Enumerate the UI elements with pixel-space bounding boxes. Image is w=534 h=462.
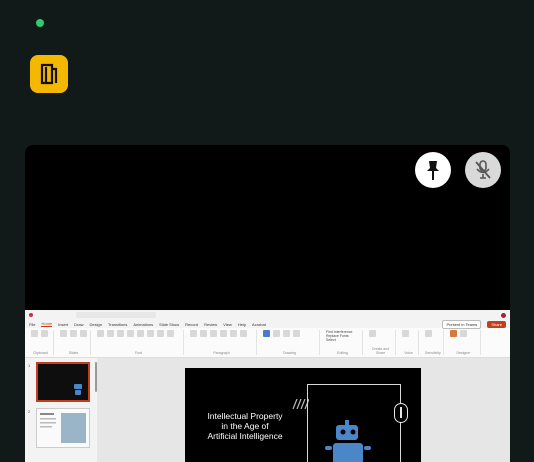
- ribbon-group-designer: Designer: [447, 330, 481, 355]
- ribbon-group-voice: Voice: [399, 330, 419, 355]
- robot-icon: [74, 384, 82, 395]
- avatar[interactable]: [501, 312, 506, 318]
- share-button[interactable]: Share: [487, 320, 506, 328]
- ribbon-group-label: Font: [134, 351, 142, 355]
- ribbon-tool-icon[interactable]: [240, 330, 247, 337]
- slide-thumbnail-1[interactable]: [36, 362, 90, 402]
- slide-number: 1: [28, 363, 31, 368]
- ribbon-tool-icon[interactable]: [402, 330, 409, 337]
- ribbon-group-label: Editing: [337, 351, 348, 355]
- pin-button[interactable]: [415, 152, 451, 188]
- mic-off-icon: [475, 160, 491, 179]
- connection-status-dot: [36, 19, 44, 27]
- ribbon-tool-icon[interactable]: [60, 330, 67, 337]
- slide-title: Intellectual Property in the Age of Arti…: [207, 411, 283, 441]
- ribbon-group-label: Paragraph: [213, 351, 230, 355]
- thumbnail-scrollbar[interactable]: [95, 362, 97, 392]
- ribbon-tool-icon[interactable]: [425, 330, 432, 337]
- ribbon-group-drawing: Drawing: [260, 330, 320, 355]
- menu-item-animations[interactable]: Animations: [133, 322, 153, 327]
- slide-preview-graphic: [40, 413, 86, 443]
- ribbon-tool-icon[interactable]: [210, 330, 217, 337]
- menu-item-draw[interactable]: Draw: [74, 322, 83, 327]
- ribbon-group-paragraph: Paragraph: [187, 330, 257, 355]
- ribbon-tool-icon[interactable]: [460, 330, 467, 337]
- menu-item-acrobat[interactable]: Acrobat: [252, 322, 266, 327]
- ribbon-tool-icon[interactable]: [283, 330, 290, 337]
- ribbon-tool-icon[interactable]: [369, 330, 376, 337]
- menu-item-view[interactable]: View: [223, 322, 232, 327]
- ribbon-group-clipboard: Clipboard: [28, 330, 54, 355]
- ribbon-group-slides: Slides: [57, 330, 91, 355]
- ribbon-tool-icon[interactable]: [80, 330, 87, 337]
- leave-call-button[interactable]: [30, 55, 68, 93]
- ribbon-group-label: Voice: [404, 351, 413, 355]
- ribbon-tool-icon[interactable]: [200, 330, 207, 337]
- ribbon-group-label: Drawing: [283, 351, 296, 355]
- ribbon-tool-icon[interactable]: [70, 330, 77, 337]
- robot-icon: [325, 420, 371, 462]
- ribbon-tool-icon[interactable]: [220, 330, 227, 337]
- workspace: 1 2 Intellectual Property in the Age of …: [25, 358, 510, 462]
- slide-thumbnail-2[interactable]: [36, 408, 90, 448]
- menu-item-record[interactable]: Record: [185, 322, 198, 327]
- ribbon-group-label: Create and Share: [371, 347, 390, 355]
- ribbon-tool-icon[interactable]: [137, 330, 144, 337]
- ribbon-group-create-and-share: Create and Share: [366, 330, 396, 355]
- pin-icon: [427, 161, 439, 180]
- window-titlebar: [25, 310, 510, 320]
- present-in-teams-button[interactable]: Present in Teams: [442, 319, 482, 329]
- ribbon-tool-icon[interactable]: [450, 330, 457, 337]
- pill-decoration: [394, 403, 408, 423]
- ribbon-group-font: Font: [94, 330, 184, 355]
- menu-bar: File Home Insert Draw Design Transitions Anima…: [25, 319, 510, 329]
- editing-item[interactable]: Select: [326, 338, 352, 342]
- ribbon-tool-icon[interactable]: [157, 330, 164, 337]
- ribbon-tool-icon[interactable]: [97, 330, 104, 337]
- screen-share-stage: File Home Insert Draw Design Transitions Anima…: [25, 145, 510, 462]
- ribbon-tool-icon[interactable]: [41, 330, 48, 337]
- ribbon-group-label: Designer: [456, 351, 471, 355]
- slide-number: 2: [28, 409, 31, 414]
- ribbon-tool-icon[interactable]: [273, 330, 280, 337]
- menu-item-file[interactable]: File: [29, 322, 35, 327]
- ribbon-group-label: Slides: [68, 351, 79, 355]
- door-exit-icon: [40, 63, 58, 85]
- slide-canvas: Intellectual Property in the Age of Arti…: [185, 368, 421, 462]
- menu-item-home[interactable]: Home: [41, 321, 53, 327]
- ribbon-tool-icon[interactable]: [147, 330, 154, 337]
- ribbon-tool-icon[interactable]: [107, 330, 114, 337]
- menu-item-design[interactable]: Design: [89, 322, 101, 327]
- mute-button[interactable]: [465, 152, 501, 188]
- ribbon-tool-icon[interactable]: [293, 330, 300, 337]
- ribbon-group-sensitivity: Sensitivity: [422, 330, 444, 355]
- ribbon-tool-icon[interactable]: [230, 330, 237, 337]
- ribbon-tool-icon[interactable]: [167, 330, 174, 337]
- menu-item-transitions[interactable]: Transitions: [108, 322, 127, 327]
- menu-item-review[interactable]: Review: [204, 322, 217, 327]
- ribbon-tool-icon[interactable]: [263, 330, 270, 337]
- ribbon-group-editing: Find Interference Replace Fonts Select Edit…: [323, 330, 363, 355]
- ribbon-tool-icon[interactable]: [117, 330, 124, 337]
- search-box[interactable]: [76, 312, 156, 318]
- autosave-indicator: [29, 313, 33, 317]
- menu-item-slide-show[interactable]: Slide Show: [159, 322, 179, 327]
- slide-thumbnails-pane: 1 2: [25, 358, 97, 462]
- ribbon-group-label: Clipboard: [33, 351, 48, 355]
- ribbon-group-label: Sensitivity: [425, 351, 441, 355]
- menu-item-help[interactable]: Help: [238, 322, 246, 327]
- ribbon: Clipboard Slides Font Paragraph Drawing Find …: [25, 328, 510, 358]
- ribbon-tool-icon[interactable]: [31, 330, 38, 337]
- shared-powerpoint-window: File Home Insert Draw Design Transitions Anima…: [25, 310, 510, 462]
- ribbon-tool-icon[interactable]: [127, 330, 134, 337]
- ribbon-tool-icon[interactable]: [190, 330, 197, 337]
- menu-item-insert[interactable]: Insert: [58, 322, 68, 327]
